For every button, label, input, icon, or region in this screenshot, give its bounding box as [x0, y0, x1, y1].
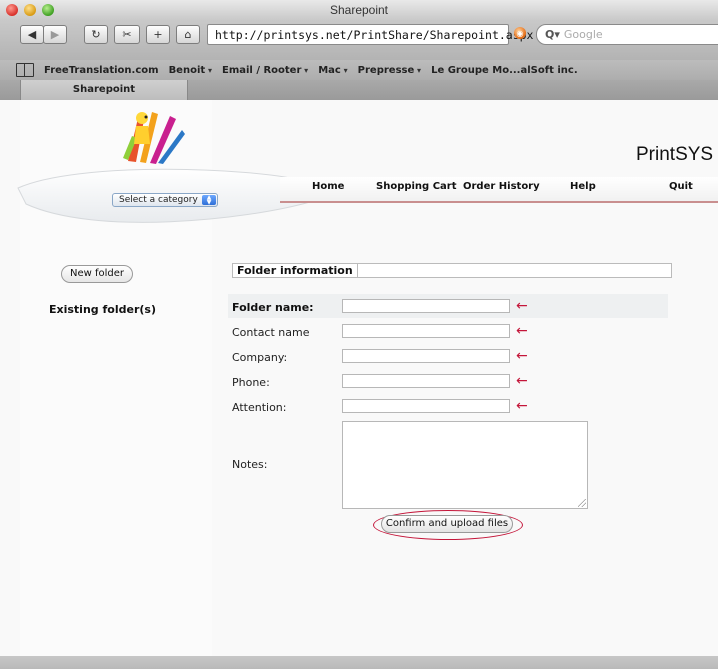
- bookmarks-bar: FreeTranslation.com Benoit ▾ Email / Roo…: [0, 60, 718, 80]
- printsys-logo: [123, 112, 185, 164]
- nav-quit[interactable]: Quit: [669, 181, 693, 192]
- attention-label: Attention:: [232, 401, 287, 414]
- forward-button[interactable]: ▶: [43, 25, 67, 44]
- web-page: PrintSYS Select a category ▲ ▼ Home Shopp…: [0, 100, 718, 669]
- url-text: http://printsys.net/PrintShare/Sharepoin…: [215, 27, 534, 42]
- existing-folders-heading: Existing folder(s): [49, 303, 156, 316]
- nav-help[interactable]: Help: [570, 181, 596, 192]
- search-field[interactable]: Q▾ Google: [536, 24, 718, 45]
- attention-input[interactable]: [342, 399, 510, 413]
- chevron-down-icon: ▾: [340, 65, 348, 75]
- add-bookmark-button[interactable]: +: [146, 25, 170, 44]
- chevron-down-icon: ▾: [301, 65, 309, 75]
- notes-label: Notes:: [232, 458, 268, 471]
- home-button[interactable]: ⌂: [176, 25, 200, 44]
- main-nav: Home Shopping Cart Order History Help Qu…: [280, 177, 718, 203]
- phone-label: Phone:: [232, 376, 270, 389]
- reload-button[interactable]: ↻: [84, 25, 108, 44]
- folder-name-input[interactable]: [342, 299, 510, 313]
- tab-sharepoint[interactable]: Sharepoint: [20, 80, 188, 100]
- reload-icon: ↻: [91, 28, 101, 41]
- browser-toolbar: ◀ ▶ ↻ ✂ + ⌂ http://printsys.net/PrintSha…: [0, 20, 718, 60]
- nav-order-history[interactable]: Order History: [463, 181, 540, 192]
- chevron-down-icon: ▾: [414, 65, 422, 75]
- bookmark-item[interactable]: Le Groupe Mo...alSoft inc.: [431, 65, 578, 76]
- category-select[interactable]: Select a category ▲ ▼: [112, 193, 218, 207]
- home-icon: ⌂: [184, 28, 192, 41]
- resize-grip-icon[interactable]: [578, 499, 586, 507]
- folder-info-title: Folder information: [237, 264, 358, 277]
- arrow-left-icon: ←: [516, 298, 528, 314]
- search-icon: Q▾: [545, 28, 560, 41]
- company-label: Company:: [232, 351, 288, 364]
- bookmark-menu[interactable]: Benoit ▾: [169, 65, 212, 76]
- window-title: Sharepoint: [329, 3, 389, 17]
- folder-name-label: Folder name:: [232, 301, 314, 314]
- category-select-value: Select a category: [119, 195, 198, 205]
- browser-window: Sharepoint ◀ ▶ ↻ ✂ + ⌂ http://printsys.n…: [0, 0, 718, 669]
- arrow-left-icon: ←: [516, 348, 528, 364]
- address-bar[interactable]: http://printsys.net/PrintShare/Sharepoin…: [207, 24, 534, 45]
- back-icon: ◀: [27, 28, 37, 41]
- bookmark-menu[interactable]: Mac ▾: [318, 65, 347, 76]
- new-folder-button[interactable]: New folder: [61, 265, 133, 283]
- back-button[interactable]: ◀: [20, 25, 44, 44]
- confirm-upload-button[interactable]: Confirm and upload files: [381, 515, 513, 533]
- bookmark-menu[interactable]: Email / Rooter ▾: [222, 65, 308, 76]
- snapback-icon: ✂: [122, 28, 132, 41]
- brand-name: PrintSYS: [636, 144, 714, 165]
- search-placeholder: Google: [563, 28, 603, 41]
- contact-name-label: Contact name: [232, 326, 310, 339]
- arrow-left-icon: ←: [516, 398, 528, 414]
- tab-bar: Sharepoint: [0, 80, 718, 100]
- status-bar: [0, 656, 718, 669]
- nav-home[interactable]: Home: [312, 181, 344, 192]
- title-bar: Sharepoint: [0, 0, 718, 20]
- chevron-down-icon: ▾: [205, 65, 212, 75]
- arrow-left-icon: ←: [516, 323, 528, 339]
- contact-name-input[interactable]: [342, 324, 510, 338]
- forward-icon: ▶: [50, 28, 60, 41]
- notes-textarea[interactable]: [342, 421, 588, 509]
- updown-chevron-icon: ▲ ▼: [202, 195, 216, 206]
- bookmark-item[interactable]: FreeTranslation.com: [44, 65, 159, 76]
- folder-info-header: Folder information: [232, 263, 672, 278]
- nav-shopping-cart[interactable]: Shopping Cart: [376, 181, 457, 192]
- rss-icon[interactable]: ◉: [514, 27, 526, 39]
- bookmarks-book-icon[interactable]: [16, 63, 34, 77]
- company-input[interactable]: [342, 349, 510, 363]
- phone-input[interactable]: [342, 374, 510, 388]
- bookmark-menu[interactable]: Prepresse ▾: [358, 65, 421, 76]
- arrow-left-icon: ←: [516, 373, 528, 389]
- add-bookmark-icon: +: [153, 28, 163, 41]
- snapback-button[interactable]: ✂: [114, 25, 140, 44]
